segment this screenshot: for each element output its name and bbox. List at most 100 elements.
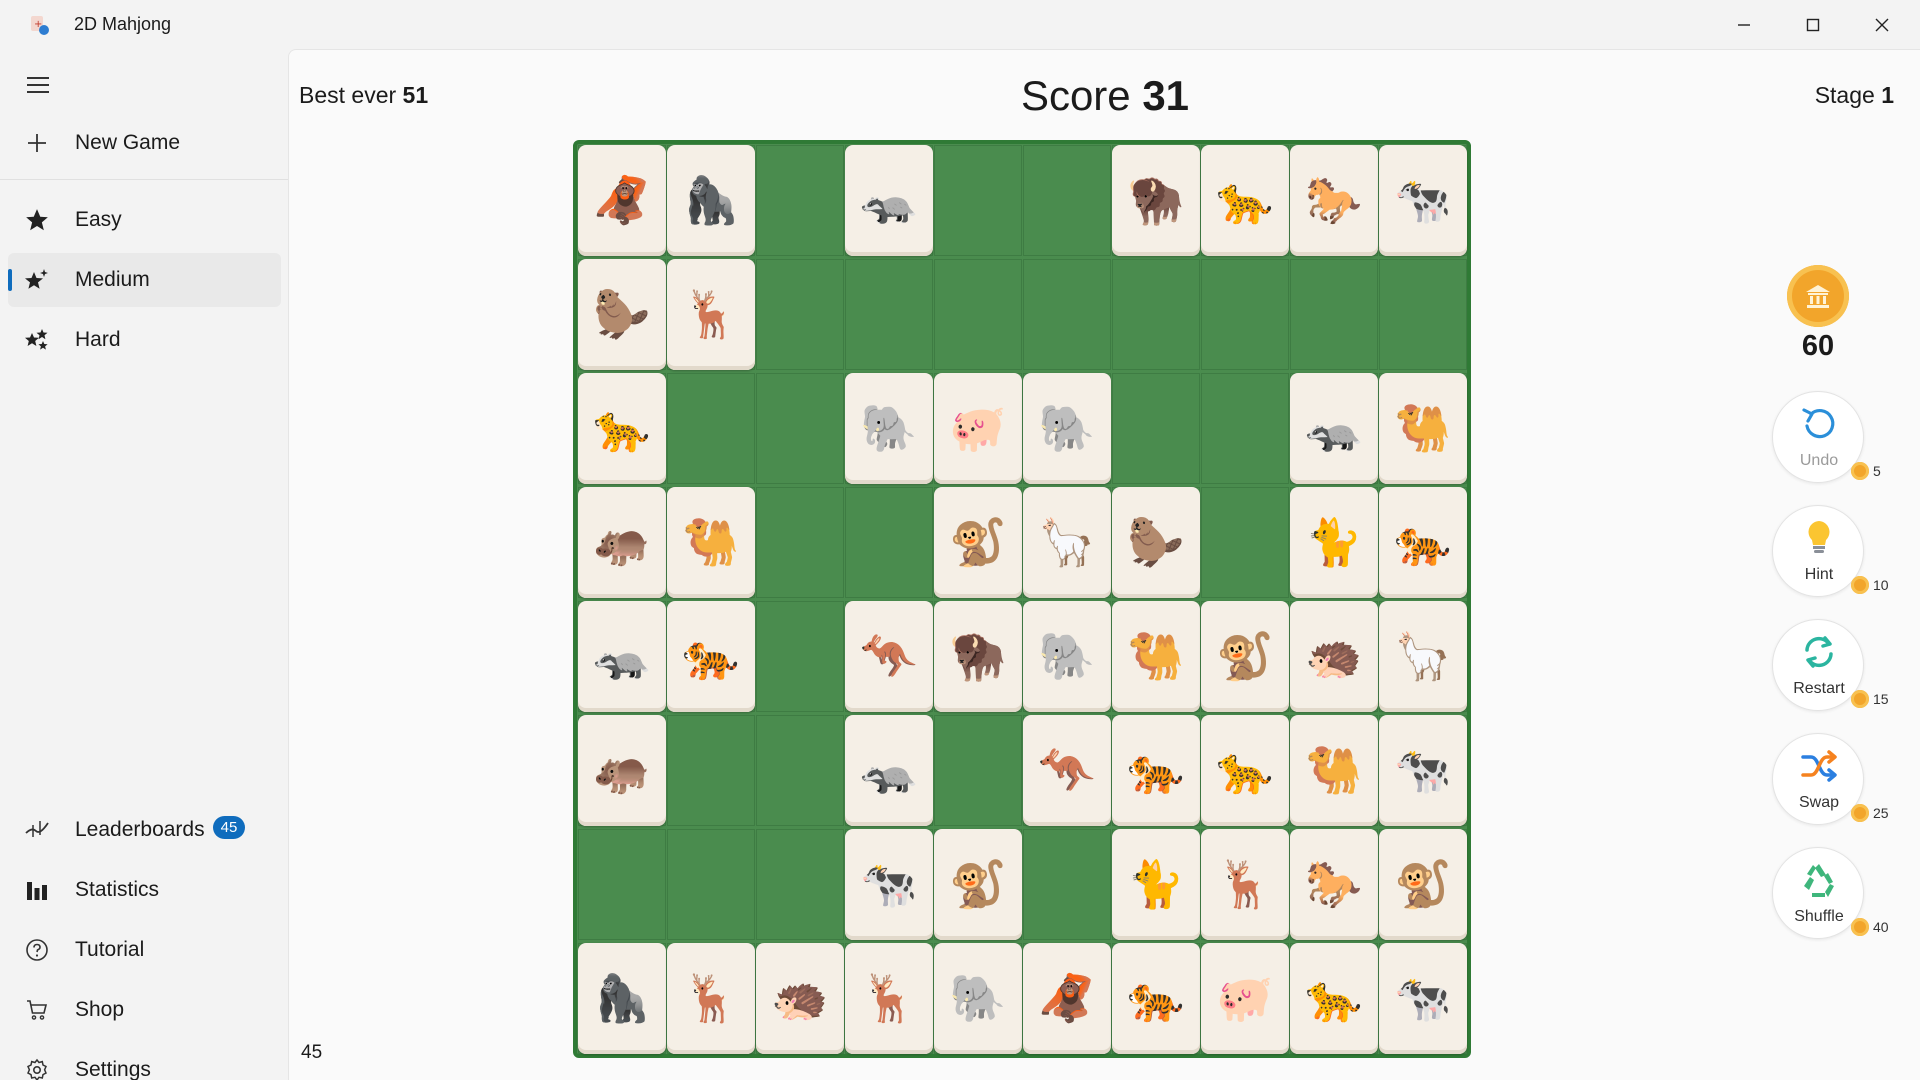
tiles-remaining: 45 <box>301 1042 323 1063</box>
maximize-button[interactable] <box>1778 0 1847 49</box>
board-cell <box>756 487 844 598</box>
maximize-icon <box>1806 18 1819 31</box>
leaderboards-label: Leaderboards <box>75 818 205 841</box>
tile-deer[interactable]: 🦌 <box>1201 829 1289 940</box>
tile-leopard[interactable]: 🐆 <box>1201 145 1289 256</box>
tile-monkey[interactable]: 🐒 <box>934 487 1022 598</box>
tile-elephant[interactable]: 🐘 <box>845 373 933 484</box>
tile-tiger[interactable]: 🐅 <box>1379 487 1467 598</box>
tile-kangaroo[interactable]: 🦘 <box>1023 715 1111 826</box>
tile-badger[interactable]: 🦡 <box>845 145 933 256</box>
tile-bison[interactable]: 🦬 <box>1112 145 1200 256</box>
board-cell <box>934 259 1022 370</box>
swap-cost: 25 <box>1851 804 1889 822</box>
sidebar-item-shop[interactable]: Shop <box>8 983 281 1037</box>
stage-label: Stage <box>1814 82 1875 108</box>
tile-cow[interactable]: 🐄 <box>845 829 933 940</box>
badger-icon: 🦡 <box>1305 402 1363 454</box>
tile-cow[interactable]: 🐄 <box>1379 145 1467 256</box>
restart-button[interactable]: Restart 15 <box>1772 619 1889 711</box>
restart-icon <box>1805 636 1833 668</box>
tile-gorilla[interactable]: 🦍 <box>578 943 666 1054</box>
tile-cow[interactable]: 🐄 <box>1379 943 1467 1054</box>
sidebar-item-new-game[interactable]: New Game <box>8 116 281 170</box>
restart-cost: 15 <box>1851 690 1889 708</box>
tile-tiger[interactable]: 🐅 <box>667 601 755 712</box>
undo-button[interactable]: Undo 5 <box>1772 391 1881 483</box>
board-cell <box>756 373 844 484</box>
tile-pig[interactable]: 🐖 <box>934 373 1022 484</box>
tile-horse[interactable]: 🐎 <box>1290 145 1378 256</box>
kangaroo-icon: 🦘 <box>860 630 918 682</box>
tile-hedgehog[interactable]: 🦔 <box>756 943 844 1054</box>
tile-camel[interactable]: 🐫 <box>667 487 755 598</box>
tile-hippo[interactable]: 🦛 <box>578 487 666 598</box>
tile-pig[interactable]: 🐖 <box>1201 943 1289 1054</box>
tile-gorilla[interactable]: 🦍 <box>667 145 755 256</box>
tile-deer[interactable]: 🦌 <box>845 943 933 1054</box>
tile-camel[interactable]: 🐫 <box>1112 601 1200 712</box>
board-cell <box>756 601 844 712</box>
coin-icon <box>1851 690 1869 708</box>
tile-deer[interactable]: 🦌 <box>667 259 755 370</box>
sidebar-item-label: Hard <box>75 328 121 351</box>
hint-button[interactable]: Hint 10 <box>1772 505 1889 597</box>
score-label: Score <box>1020 72 1131 119</box>
swap-button[interactable]: Swap 25 <box>1772 733 1889 825</box>
tile-orangutan[interactable]: 🦧 <box>578 145 666 256</box>
sidebar-item-label: Shop <box>75 998 125 1021</box>
tile-tiger[interactable]: 🐅 <box>1112 715 1200 826</box>
sidebar-item-hard[interactable]: Hard <box>8 313 281 367</box>
tile-cat[interactable]: 🐈 <box>1112 829 1200 940</box>
monkey-icon: 🐒 <box>949 516 1007 568</box>
sidebar-item-settings[interactable]: Settings <box>8 1043 281 1080</box>
tile-horse[interactable]: 🐎 <box>1290 829 1378 940</box>
tile-monkey[interactable]: 🐒 <box>934 829 1022 940</box>
tile-elephant[interactable]: 🐘 <box>934 943 1022 1054</box>
tile-kangaroo[interactable]: 🦘 <box>845 601 933 712</box>
tile-beaver[interactable]: 🦫 <box>578 259 666 370</box>
tile-tiger[interactable]: 🐅 <box>1112 943 1200 1054</box>
tile-cow[interactable]: 🐄 <box>1379 715 1467 826</box>
board-cell <box>1112 259 1200 370</box>
minimize-button[interactable] <box>1709 0 1778 49</box>
sidebar-item-label: Leaderboards 45 <box>75 815 246 842</box>
tile-monkey[interactable]: 🐒 <box>1379 829 1467 940</box>
tile-badger[interactable]: 🦡 <box>578 601 666 712</box>
close-button[interactable] <box>1847 0 1916 49</box>
tile-camel[interactable]: 🐫 <box>1379 373 1467 484</box>
tile-bison[interactable]: 🦬 <box>934 601 1022 712</box>
tile-cat[interactable]: 🐈 <box>1290 487 1378 598</box>
board-cell <box>934 715 1022 826</box>
tile-leopard[interactable]: 🐆 <box>1290 943 1378 1054</box>
tile-deer[interactable]: 🦌 <box>667 943 755 1054</box>
sparkle-star-icon <box>24 267 50 293</box>
tile-leopard[interactable]: 🐆 <box>578 373 666 484</box>
sidebar-item-leaderboards[interactable]: Leaderboards 45 <box>8 803 281 857</box>
tile-camel[interactable]: 🐫 <box>1290 715 1378 826</box>
tile-elephant[interactable]: 🐘 <box>1023 373 1111 484</box>
tile-hedgehog[interactable]: 🦔 <box>1290 601 1378 712</box>
sidebar-item-medium[interactable]: Medium <box>8 253 281 307</box>
hamburger-menu-icon[interactable] <box>24 71 52 99</box>
tile-leopard[interactable]: 🐆 <box>1201 715 1289 826</box>
tile-elephant[interactable]: 🐘 <box>1023 601 1111 712</box>
hippo-icon: 🦛 <box>593 744 651 796</box>
leopard-icon: 🐆 <box>1216 744 1274 796</box>
tile-badger[interactable]: 🦡 <box>1290 373 1378 484</box>
tile-llama[interactable]: 🦙 <box>1023 487 1111 598</box>
tile-badger[interactable]: 🦡 <box>845 715 933 826</box>
question-icon <box>24 937 50 963</box>
sidebar-item-label: Medium <box>75 268 150 291</box>
shuffle-button[interactable]: Shuffle 40 <box>1772 847 1889 939</box>
sidebar-item-easy[interactable]: Easy <box>8 193 281 247</box>
shuffle-cost: 40 <box>1851 918 1889 936</box>
tiger-icon: 🐅 <box>682 630 740 682</box>
sidebar-item-tutorial[interactable]: Tutorial <box>8 923 281 977</box>
tile-beaver[interactable]: 🦫 <box>1112 487 1200 598</box>
tile-orangutan[interactable]: 🦧 <box>1023 943 1111 1054</box>
tile-hippo[interactable]: 🦛 <box>578 715 666 826</box>
tile-monkey[interactable]: 🐒 <box>1201 601 1289 712</box>
sidebar-item-statistics[interactable]: Statistics <box>8 863 281 917</box>
tile-llama[interactable]: 🦙 <box>1379 601 1467 712</box>
